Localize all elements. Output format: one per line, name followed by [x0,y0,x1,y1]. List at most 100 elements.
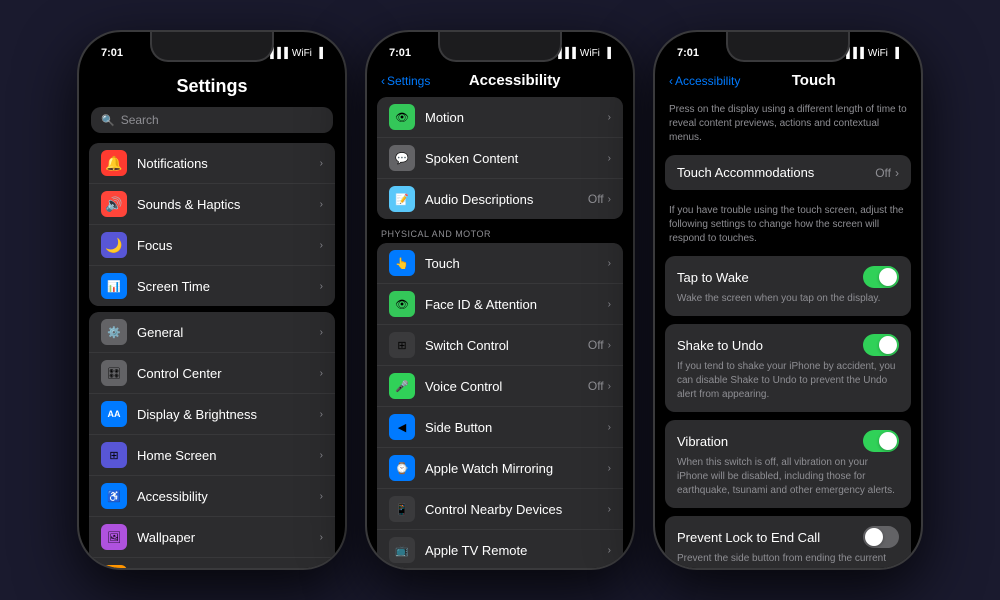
chevron-icon: › [320,491,323,502]
settings-item-sounds[interactable]: 🔊 Sounds & Haptics › [89,184,335,225]
touch-acc-right: Off › [875,166,899,180]
settings-item-accessibility[interactable]: ♿ Accessibility › [89,476,335,517]
battery-icon: ▐ [892,48,899,59]
chevron-icon: › [320,199,323,210]
settings-title: Settings [79,68,345,107]
touch-nav: ‹ Accessibility Touch [655,68,921,97]
touch-nav-title: Touch [740,72,887,89]
shake-to-undo-toggle[interactable] [863,334,899,356]
settings-item-general[interactable]: ⚙️ General › [89,312,335,353]
phone-settings: 7:01 ▐▐▐ WiFi ▐ Settings 🔍 Search 🔔 N [77,30,347,570]
switch-control-label: Switch Control [425,338,588,353]
acc-item-audio-descriptions[interactable]: 📝 Audio Descriptions Off › [377,179,623,219]
back-button[interactable]: ‹ Settings [381,74,430,88]
audio-desc-icon: 📝 [389,186,415,212]
chevron-icon: › [608,545,611,556]
screentime-label: Screen Time [137,279,320,294]
side-button-label: Side Button [425,420,608,435]
faceid-attention-label: Face ID & Attention [425,297,608,312]
settings-search-bar[interactable]: 🔍 Search [91,107,333,133]
acc-item-watch-mirroring[interactable]: ⌚ Apple Watch Mirroring › [377,448,623,489]
side-button-icon: ◀ [389,414,415,440]
back-chevron-icon: ‹ [669,74,673,88]
status-bar-1: 7:01 ▐▐▐ WiFi ▐ [79,32,345,68]
settings-item-notifications[interactable]: 🔔 Notifications › [89,143,335,184]
status-time-2: 7:01 [389,47,411,59]
vibration-desc: When this switch is off, all vibration o… [677,456,899,498]
chevron-icon: › [608,463,611,474]
acc-item-appletv-remote[interactable]: 📺 Apple TV Remote › [377,530,623,568]
general-icon: ⚙️ [101,319,127,345]
prevent-lock-row: Prevent Lock to End Call Prevent the sid… [665,516,911,568]
shake-to-undo-desc: If you tend to shake your iPhone by acci… [677,360,899,402]
notifications-icon: 🔔 [101,150,127,176]
display-label: Display & Brightness [137,407,320,422]
acc-item-side-button[interactable]: ◀ Side Button › [377,407,623,448]
chevron-icon: › [320,240,323,251]
acc-item-touch[interactable]: 👆 Touch › [377,243,623,284]
touch-back-button[interactable]: ‹ Accessibility [669,74,740,88]
switch-control-value: Off [588,338,604,352]
tap-to-wake-desc: Wake the screen when you tap on the disp… [677,292,899,306]
control-center-icon: 🎛 [101,360,127,386]
prevent-lock-desc: Prevent the side button from ending the … [677,552,899,568]
acc-item-faceid-attention[interactable]: 👁 Face ID & Attention › [377,284,623,325]
touch-icon: 👆 [389,250,415,276]
tap-to-wake-title: Tap to Wake [677,270,749,285]
settings-item-wallpaper[interactable]: 🖼 Wallpaper › [89,517,335,558]
tap-to-wake-toggle[interactable] [863,266,899,288]
accessibility-nav-title: Accessibility [430,72,599,89]
accessibility-screen: ‹ Settings Accessibility 👁 Motion › 💬 Sp… [367,68,633,568]
watch-mirroring-label: Apple Watch Mirroring [425,461,608,476]
touch-accommodations-row[interactable]: Touch Accommodations Off › [665,155,911,190]
sounds-label: Sounds & Haptics [137,197,320,212]
phone-touch: 7:01 ▐▐▐ WiFi ▐ ‹ Accessibility Touch Pr… [653,30,923,570]
faceid-attention-icon: 👁 [389,291,415,317]
physical-motor-group: 👆 Touch › 👁 Face ID & Attention › ⊞ Swit… [377,243,623,568]
settings-item-display[interactable]: AA Display & Brightness › [89,394,335,435]
wifi-icon: WiFi [292,48,312,59]
signal-icon: ▐▐▐ [555,48,576,59]
status-bar-2: 7:01 ▐▐▐ WiFi ▐ [367,32,633,68]
watch-mirroring-icon: ⌚ [389,455,415,481]
homescreen-icon: ⊞ [101,442,127,468]
acc-item-motion[interactable]: 👁 Motion › [377,97,623,138]
settings-item-control-center[interactable]: 🎛 Control Center › [89,353,335,394]
settings-item-focus[interactable]: 🌙 Focus › [89,225,335,266]
control-center-label: Control Center [137,366,320,381]
battery-icon: ▐ [604,48,611,59]
acc-item-control-nearby[interactable]: 📱 Control Nearby Devices › [377,489,623,530]
control-nearby-label: Control Nearby Devices [425,502,608,517]
settings-group-1: 🔔 Notifications › 🔊 Sounds & Haptics › 🌙… [89,143,335,306]
touch-back-label: Accessibility [675,74,740,88]
prevent-lock-toggle[interactable] [863,526,899,548]
acc-item-voice-control[interactable]: 🎤 Voice Control Off › [377,366,623,407]
focus-icon: 🌙 [101,232,127,258]
acc-item-spoken-content[interactable]: 💬 Spoken Content › [377,138,623,179]
vibration-toggle[interactable] [863,430,899,452]
audio-desc-label: Audio Descriptions [425,192,588,207]
prevent-lock-title: Prevent Lock to End Call [677,530,820,545]
sounds-icon: 🔊 [101,191,127,217]
touch-screen: ‹ Accessibility Touch Press on the displ… [655,68,921,568]
chevron-icon: › [608,112,611,123]
spoken-content-icon: 💬 [389,145,415,171]
voice-control-value: Off [588,379,604,393]
motion-icon: 👁 [389,104,415,130]
chevron-icon: › [320,450,323,461]
status-icons-2: ▐▐▐ WiFi ▐ [555,48,611,59]
settings-item-screentime[interactable]: 📊 Screen Time › [89,266,335,306]
acc-item-switch-control[interactable]: ⊞ Switch Control Off › [377,325,623,366]
chevron-icon: › [608,504,611,515]
back-chevron-icon: ‹ [381,74,385,88]
accessibility-icon: ♿ [101,483,127,509]
screentime-icon: 📊 [101,273,127,299]
touch-description: Press on the display using a different l… [655,97,921,155]
settings-item-siri[interactable]: ◎ Siri & Search › [89,558,335,568]
status-time-1: 7:01 [101,47,123,59]
physical-motor-header: PHYSICAL AND MOTOR [367,225,633,243]
chevron-icon: › [320,281,323,292]
touch-acc-chevron-icon: › [895,166,899,180]
settings-item-homescreen[interactable]: ⊞ Home Screen › [89,435,335,476]
chevron-icon: › [320,409,323,420]
